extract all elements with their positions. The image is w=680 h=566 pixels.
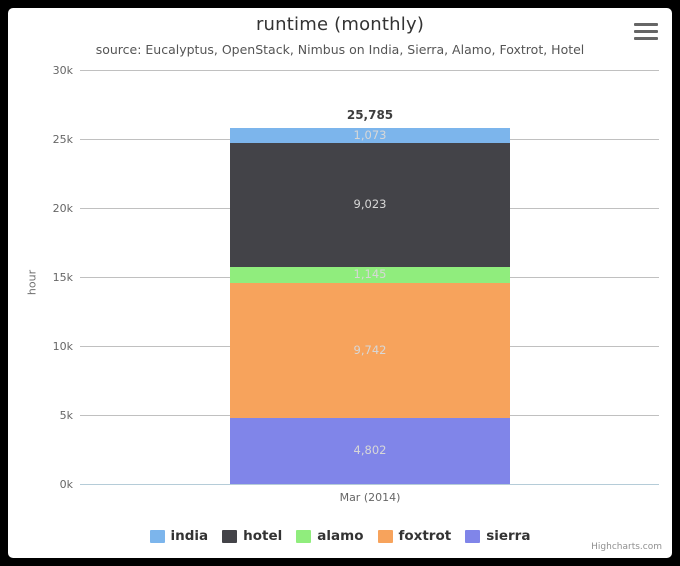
- legend-item-hotel[interactable]: hotel: [222, 528, 282, 544]
- bar-segment-label-alamo: 1,145: [353, 267, 387, 282]
- chart-container: runtime (monthly) source: Eucalyptus, Op…: [8, 8, 672, 558]
- credits-label: Highcharts.com: [591, 542, 662, 552]
- legend-swatch-india: [149, 529, 165, 543]
- legend-swatch-sierra: [465, 529, 481, 543]
- bar-segment-label-india: 1,073: [353, 127, 387, 142]
- legend-item-sierra[interactable]: sierra: [465, 528, 530, 544]
- bar-segment-label-foxtrot: 9,742: [353, 342, 387, 357]
- legend: india hotel alamo foxtrot sierra: [8, 528, 672, 544]
- gridline: [80, 70, 659, 71]
- y-axis-tick-label: 0k: [59, 478, 73, 491]
- legend-item-alamo[interactable]: alamo: [296, 528, 364, 544]
- y-axis-tick-label: 30k: [52, 64, 73, 77]
- y-axis-tick-label: 25k: [52, 133, 73, 146]
- bar-segment-label-hotel: 9,023: [353, 197, 387, 212]
- legend-label: sierra: [486, 528, 531, 544]
- plot-area: 30k 25k 20k 15k 10k 5k 0k hour 4,802 9,742 1,145…: [8, 8, 672, 558]
- legend-label: alamo: [317, 528, 364, 544]
- y-axis-title: hour: [25, 269, 39, 296]
- stack-total-label: 25,785: [346, 108, 394, 123]
- y-axis-tick-label: 10k: [52, 340, 73, 353]
- legend-label: india: [170, 528, 209, 544]
- legend-swatch-foxtrot: [377, 529, 393, 543]
- gridline: [80, 484, 659, 485]
- bar-segment-label-sierra: 4,802: [353, 442, 387, 457]
- legend-item-foxtrot[interactable]: foxtrot: [377, 528, 452, 544]
- legend-item-india[interactable]: india: [149, 528, 209, 544]
- legend-swatch-alamo: [296, 529, 312, 543]
- x-axis-tick-label: Mar (2014): [339, 491, 401, 504]
- legend-swatch-hotel: [222, 529, 238, 543]
- y-axis-tick-label: 5k: [59, 409, 73, 422]
- legend-label: hotel: [243, 528, 283, 544]
- y-axis-tick-label: 20k: [52, 202, 73, 215]
- legend-label: foxtrot: [398, 528, 452, 544]
